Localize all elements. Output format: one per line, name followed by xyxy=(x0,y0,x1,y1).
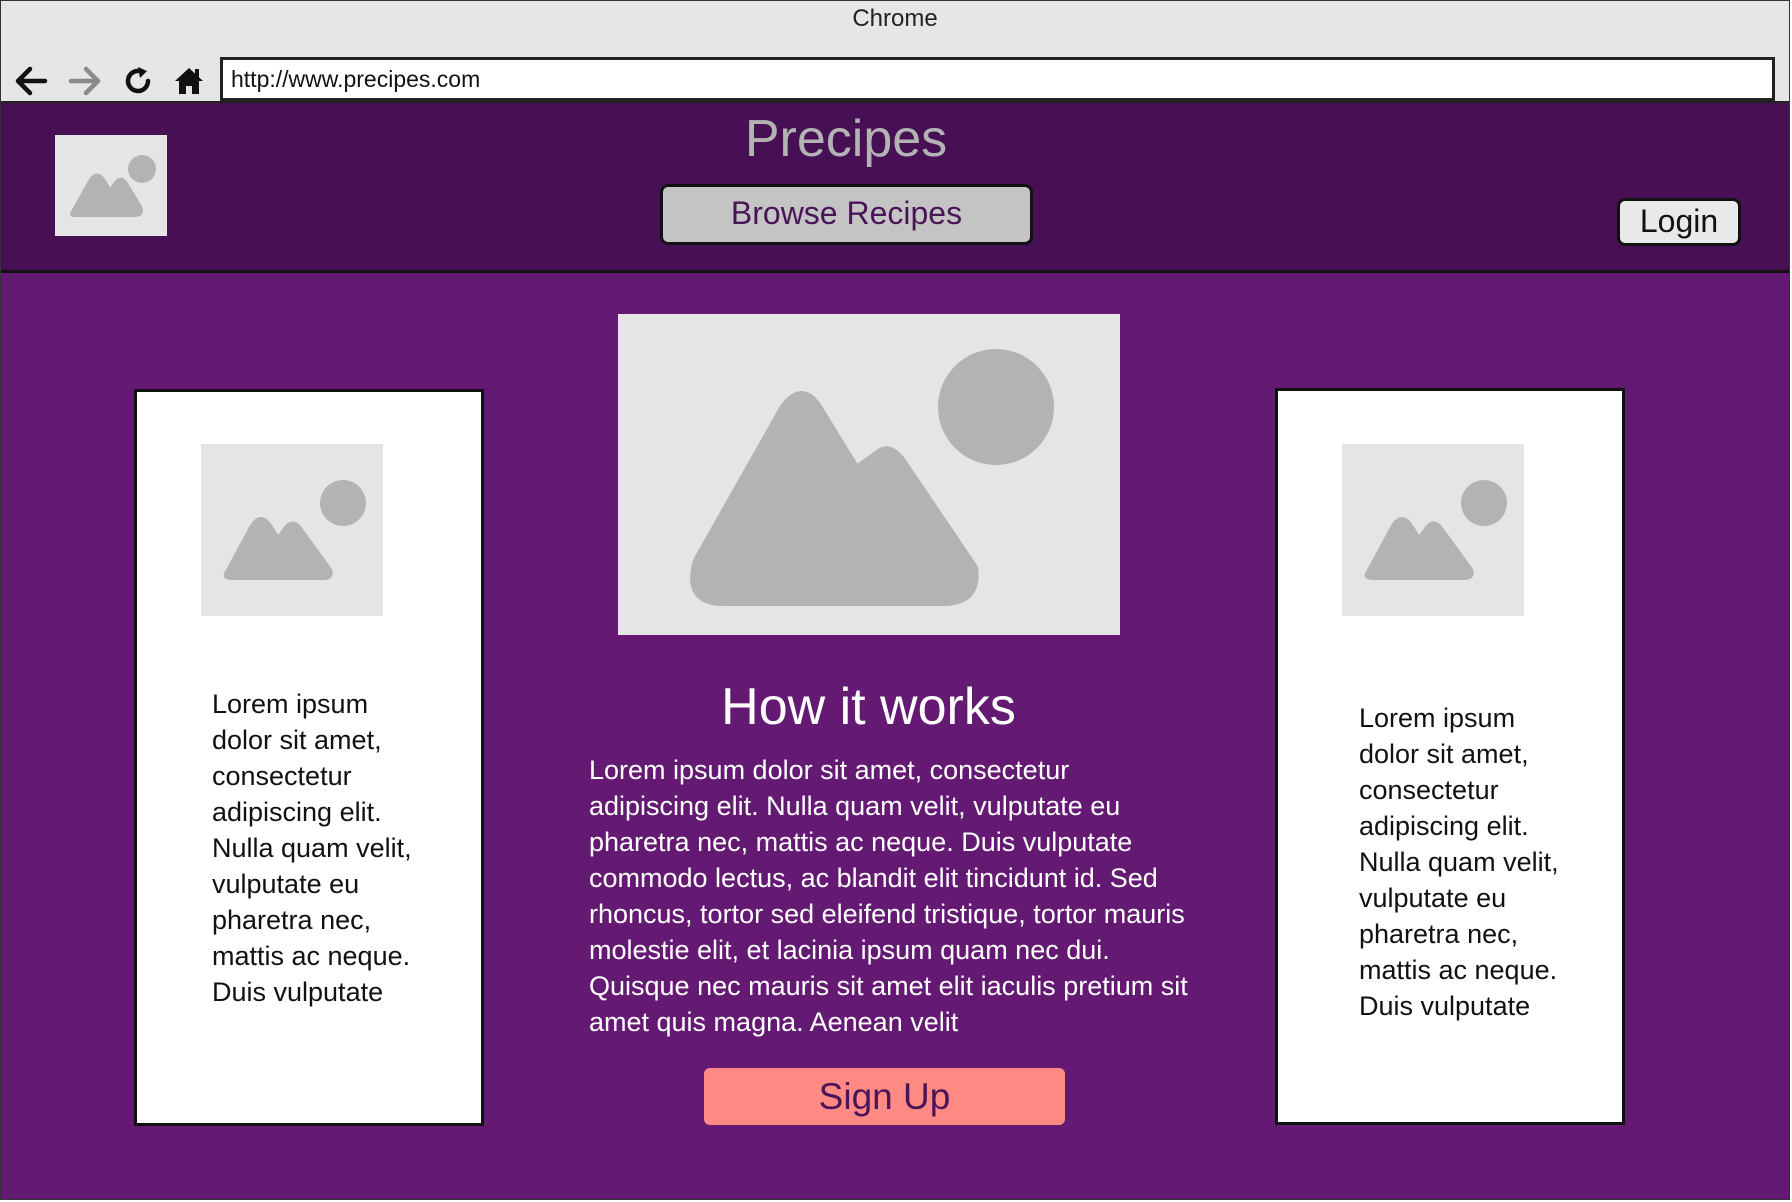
feature-card-right: Lorem ipsum dolor sit amet, consectetur … xyxy=(1275,388,1625,1125)
home-icon[interactable] xyxy=(169,61,209,101)
back-arrow-icon[interactable] xyxy=(11,61,51,101)
card-text: Lorem ipsum dolor sit amet, consectetur … xyxy=(212,689,412,1007)
how-it-works-heading: How it works xyxy=(721,678,1016,736)
sign-up-button[interactable]: Sign Up xyxy=(704,1068,1065,1125)
address-bar[interactable]: http://www.precipes.com xyxy=(220,57,1775,101)
site-title: Precipes xyxy=(744,110,948,168)
image-placeholder-icon xyxy=(201,444,383,616)
reload-icon[interactable] xyxy=(118,61,158,101)
feature-card-left: Lorem ipsum dolor sit amet, consectetur … xyxy=(134,389,484,1126)
browser-title: Chrome xyxy=(852,5,938,32)
browser-toolbar: Chrome http://www.precipes.com xyxy=(1,1,1789,103)
login-button[interactable]: Login xyxy=(1617,198,1741,246)
card-text: Lorem ipsum dolor sit amet, consectetur … xyxy=(1359,703,1559,1021)
forward-arrow-icon[interactable] xyxy=(65,61,105,101)
how-it-works-body: Lorem ipsum dolor sit amet, consectetur … xyxy=(589,755,1188,1037)
hero-image-placeholder-icon xyxy=(618,314,1120,635)
browser-window: Chrome http://www.precipes.com Precipes … xyxy=(0,0,1790,1200)
image-placeholder-icon xyxy=(1342,444,1524,616)
browse-recipes-button[interactable]: Browse Recipes xyxy=(660,184,1033,245)
